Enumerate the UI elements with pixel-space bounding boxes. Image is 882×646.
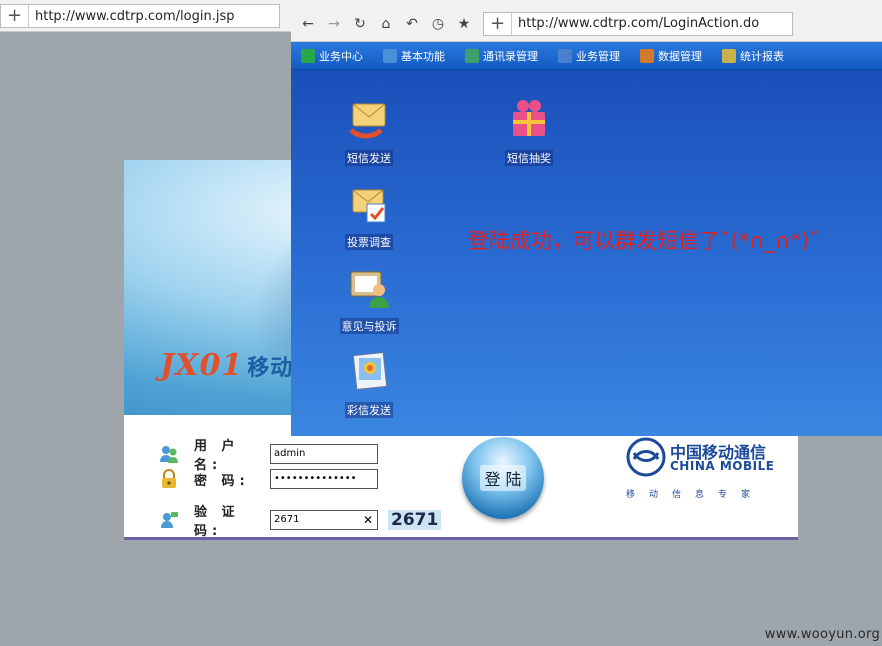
banner-logo-text: JX01 [160, 348, 244, 383]
vote-survey-icon [352, 189, 386, 223]
business-manage-icon [558, 48, 572, 63]
reload-icon[interactable]: ↻ [349, 13, 371, 35]
login-button-label: 登 陆 [480, 465, 526, 491]
back-address-bar[interactable]: + http://www.cdtrp.com/login.jsp [0, 4, 280, 28]
user-icon [158, 443, 180, 465]
captcha-user-icon [158, 509, 180, 531]
data-manage-icon [640, 48, 654, 63]
menu-item-3[interactable]: 业务管理 [548, 42, 630, 70]
home-icon[interactable]: ⌂ [375, 13, 397, 35]
app-sms-send[interactable]: 短信发送 [329, 94, 409, 166]
menu-item-label: 通讯录管理 [483, 49, 538, 63]
mms-send-icon [352, 351, 388, 391]
username-input[interactable]: admin [270, 444, 378, 464]
password-input[interactable]: •••••••••••••• [270, 469, 378, 489]
bookmark-star-icon[interactable]: ★ [453, 13, 475, 35]
statistics-report-icon [722, 48, 736, 63]
sms-lottery-icon [513, 100, 545, 136]
china-mobile-emblem-icon [626, 437, 666, 477]
menu-item-2[interactable]: 通讯录管理 [455, 42, 548, 70]
menu-item-5[interactable]: 统计报表 [712, 42, 794, 70]
clear-icon[interactable]: ✕ [363, 511, 373, 529]
app-sms-send-label: 短信发送 [345, 150, 393, 166]
menu-item-label: 业务管理 [576, 49, 620, 63]
app-feedback-complaint-label: 意见与投诉 [339, 318, 399, 334]
login-button[interactable]: 登 陆 [462, 437, 544, 519]
feedback-complaint-icon [350, 271, 389, 308]
main-menu-bar: 业务中心 基本功能 通讯录管理 业务管理 数据管理 统计报表 [291, 42, 882, 70]
address-book-icon [465, 48, 479, 63]
sms-send-icon [349, 103, 386, 139]
captcha-input-value: 2671 [274, 514, 300, 525]
basic-function-icon [383, 48, 397, 63]
front-new-tab-plus-icon[interactable]: + [484, 12, 512, 35]
watermark: www.wooyun.org [764, 627, 880, 642]
front-address-bar[interactable]: + http://www.cdtrp.com/LoginAction.do [483, 11, 793, 36]
menu-item-0[interactable]: 业务中心 [291, 42, 373, 70]
app-vote-survey-label: 投票调查 [345, 234, 393, 250]
password-row: 密 码: •••••••••••••• [158, 468, 378, 490]
menu-item-label: 基本功能 [401, 49, 445, 63]
menu-item-label: 业务中心 [319, 49, 363, 63]
front-url-text[interactable]: http://www.cdtrp.com/LoginAction.do [512, 16, 759, 31]
password-label: 密 码: [194, 473, 250, 489]
app-sms-lottery-label: 短信抽奖 [505, 150, 553, 166]
china-mobile-logo: 中国移动通信 CHINA MOBILE 移动信息专家 [626, 437, 776, 517]
captcha-label: 验 证 码: [194, 505, 240, 539]
captcha-row: 验 证 码: 2671 ✕ 2671 [158, 501, 442, 539]
captcha-image[interactable]: 2671 [388, 510, 442, 530]
forward-arrow-icon[interactable]: → [323, 13, 345, 35]
china-mobile-en: CHINA MOBILE [670, 459, 775, 473]
history-icon[interactable]: ◷ [427, 13, 449, 35]
main-content: 短信发送 短信抽奖 投票调查 意见与投诉 彩信发送 登陆成功，可以群发短信了ˇ(… [291, 70, 882, 436]
back-arrow-icon[interactable]: ← [297, 13, 319, 35]
front-browser-window: ← → ↻ ⌂ ↶ ◷ ★ + http://www.cdtrp.com/Log… [291, 6, 882, 436]
lock-icon [158, 468, 180, 490]
china-mobile-slogan: 移动信息专家 [626, 490, 765, 500]
app-vote-survey[interactable]: 投票调查 [329, 178, 409, 250]
menu-item-1[interactable]: 基本功能 [373, 42, 455, 70]
business-center-icon [301, 48, 315, 63]
menu-item-4[interactable]: 数据管理 [630, 42, 712, 70]
captcha-input[interactable]: 2671 ✕ [270, 510, 378, 530]
menu-item-label: 统计报表 [740, 49, 784, 63]
new-tab-plus-icon[interactable]: + [1, 5, 29, 27]
front-browser-toolbar: ← → ↻ ⌂ ↶ ◷ ★ + http://www.cdtrp.com/Log… [291, 6, 882, 42]
app-feedback-complaint[interactable]: 意见与投诉 [329, 262, 409, 334]
app-mms-send[interactable]: 彩信发送 [329, 346, 409, 418]
login-success-message: 登陆成功，可以群发短信了ˇ(*∩_∩*)ˇ [468, 229, 820, 253]
back-url-text[interactable]: http://www.cdtrp.com/login.jsp [29, 9, 234, 24]
app-sms-lottery[interactable]: 短信抽奖 [489, 94, 569, 166]
undo-icon[interactable]: ↶ [401, 13, 423, 35]
app-mms-send-label: 彩信发送 [345, 402, 393, 418]
menu-item-label: 数据管理 [658, 49, 702, 63]
